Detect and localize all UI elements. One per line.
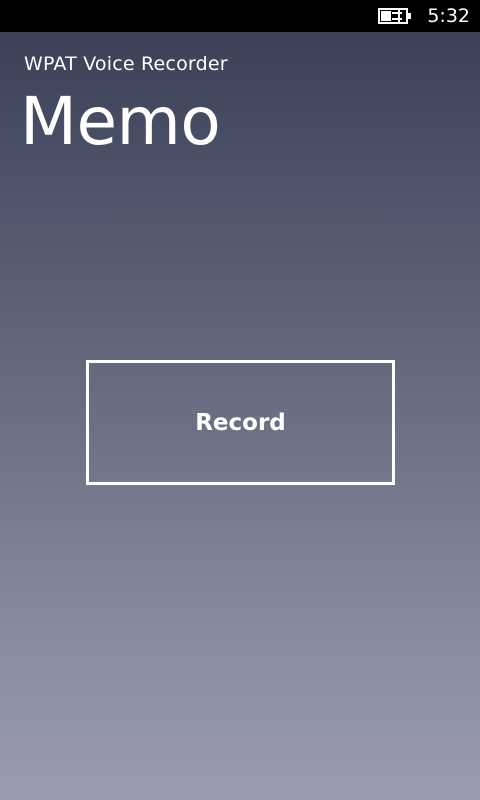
status-time: 5:32	[427, 5, 470, 27]
app-title: WPAT Voice Recorder	[24, 53, 228, 75]
record-button[interactable]: Record	[86, 360, 395, 485]
battery-charging-icon	[378, 8, 412, 24]
status-bar: 5:32	[0, 0, 480, 32]
page-title: Memo	[20, 83, 221, 160]
